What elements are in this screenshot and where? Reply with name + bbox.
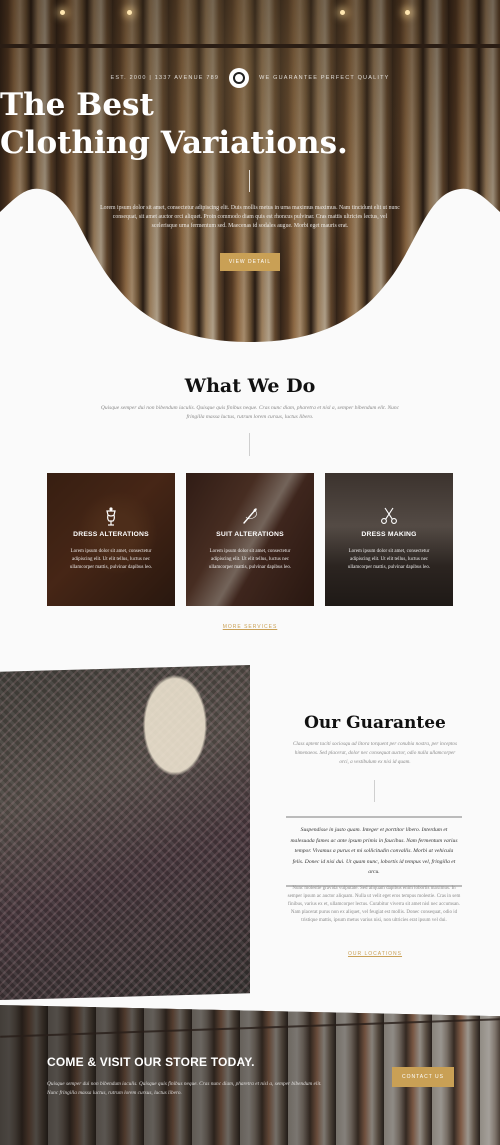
service-card-suit-alterations[interactable]: SUIT ALTERATIONS Lorem ipsum dolor sit a… xyxy=(186,473,314,606)
guarantee-quote: Suspendisse in justo quam. Integer et po… xyxy=(286,816,462,887)
visit-store-section: COME & VISIT OUR STORE TODAY. Quisque se… xyxy=(0,1005,500,1145)
hero-wave-divider xyxy=(0,188,500,345)
scissors-icon xyxy=(381,507,397,524)
contact-us-button[interactable]: CONTACT US xyxy=(392,1067,454,1087)
service-name: DRESS MAKING xyxy=(361,531,417,538)
service-text: Lorem ipsum dolor sit amet, consectetur … xyxy=(347,549,431,570)
hero-section: EST. 2000 | 1337 AVENUE 789 WE GUARANTEE… xyxy=(0,0,500,345)
what-we-do-title: What We Do xyxy=(184,375,316,397)
our-locations-link[interactable]: OUR LOCATIONS xyxy=(250,951,500,957)
service-name: DRESS ALTERATIONS xyxy=(73,531,149,538)
needle-icon xyxy=(243,508,257,524)
hero-title-line2: Clothing Variations. xyxy=(0,125,348,161)
mannequin-icon xyxy=(106,507,116,526)
cta-text: Quisque semper dui non bibendum iaculis.… xyxy=(47,1081,322,1096)
hero-description: Lorem ipsum dolor sit amet, consectetur … xyxy=(100,205,400,229)
what-we-do-subtitle: Quisque semper dui non bibendum iaculis.… xyxy=(100,405,400,420)
guarantee-subtitle: Class aptent taciti sociosqu ad litora t… xyxy=(292,741,458,765)
service-overlay xyxy=(186,473,314,606)
section-divider-line xyxy=(249,433,250,456)
service-overlay xyxy=(325,473,453,606)
guarantee-text: Nunc molestie gravida vulputate. Sed ali… xyxy=(287,886,461,923)
cta-title: COME & VISIT OUR STORE TODAY. xyxy=(47,1055,255,1069)
hero-meta-left: EST. 2000 | 1337 AVENUE 789 xyxy=(110,75,220,81)
service-text: Lorem ipsum dolor sit amet, consectetur … xyxy=(208,549,292,570)
guarantee-title: Our Guarantee xyxy=(304,713,446,733)
hero-meta-bar: EST. 2000 | 1337 AVENUE 789 WE GUARANTEE… xyxy=(0,68,500,88)
service-card-dress-making[interactable]: DRESS MAKING Lorem ipsum dolor sit amet,… xyxy=(325,473,453,606)
service-name: SUIT ALTERATIONS xyxy=(216,531,284,538)
hero-divider-line xyxy=(249,170,250,192)
service-card-dress-alterations[interactable]: DRESS ALTERATIONS Lorem ipsum dolor sit … xyxy=(47,473,175,606)
service-overlay xyxy=(47,473,175,606)
section-divider-line xyxy=(374,780,375,802)
guarantee-image xyxy=(0,665,250,1000)
view-detail-button[interactable]: VIEW DETAIL xyxy=(220,253,280,271)
hero-meta-right: WE GUARANTEE PERFECT QUALITY xyxy=(259,75,390,81)
service-text: Lorem ipsum dolor sit amet, consectetur … xyxy=(69,549,153,570)
more-services-link[interactable]: MORE SERVICES xyxy=(0,624,500,630)
guarantee-section: Our Guarantee Class aptent taciti socios… xyxy=(0,665,500,1005)
hero-title-line1: The Best xyxy=(0,87,154,123)
button-logo-icon xyxy=(229,68,250,88)
hero-title: The Best Clothing Variations. xyxy=(0,86,500,162)
what-we-do-section: What We Do Quisque semper dui non bibend… xyxy=(0,345,500,665)
